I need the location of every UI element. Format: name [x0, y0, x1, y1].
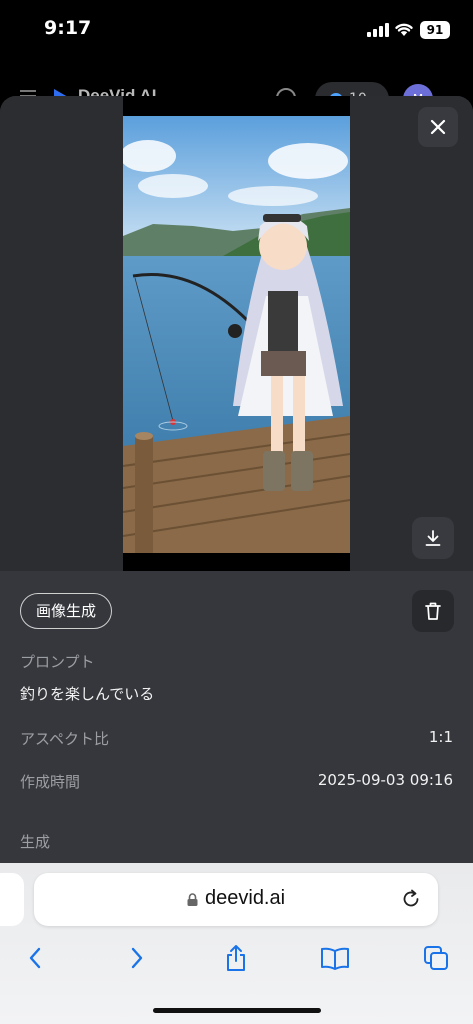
- book-icon: [321, 947, 349, 970]
- status-time: 9:17: [44, 17, 92, 39]
- tabs-button[interactable]: [421, 943, 451, 973]
- image-area: [0, 96, 473, 571]
- aspect-ratio-value: 1:1: [428, 728, 453, 746]
- url-text: deevid.ai: [205, 887, 286, 909]
- download-icon: [425, 530, 441, 546]
- browser-toolbar: deevid.ai: [0, 863, 473, 1024]
- created-time-label: 作成時間: [20, 773, 81, 791]
- share-icon: [227, 945, 245, 971]
- delete-button[interactable]: [412, 590, 454, 632]
- prompt-label: プロンプト: [20, 653, 95, 671]
- download-button[interactable]: [412, 517, 454, 559]
- chevron-right-icon: [131, 947, 143, 969]
- battery-indicator: 91: [420, 21, 450, 39]
- forward-button[interactable]: [122, 943, 152, 973]
- share-button[interactable]: [221, 943, 251, 973]
- generate-label: 生成: [20, 833, 51, 851]
- trash-icon: [425, 602, 441, 620]
- home-indicator: [153, 1008, 321, 1013]
- close-button[interactable]: [418, 107, 458, 147]
- generated-image: [123, 116, 350, 553]
- close-icon: [430, 119, 446, 135]
- created-time-value: 2025-09-03 09:16: [317, 771, 453, 789]
- aspect-ratio-label: アスペクト比: [20, 730, 109, 748]
- cellular-signal-icon: [367, 23, 389, 37]
- image-detail-sheet: 画像生成 プロンプト 釣りを楽しんでいる アスペクト比 1:1 作成時間 202…: [0, 96, 473, 886]
- address-bar[interactable]: deevid.ai: [34, 873, 438, 926]
- reload-icon[interactable]: [400, 888, 422, 910]
- back-button[interactable]: [20, 943, 50, 973]
- previous-tab-preview[interactable]: [0, 873, 24, 926]
- image-details-panel: 画像生成 プロンプト 釣りを楽しんでいる アスペクト比 1:1 作成時間 202…: [0, 571, 473, 886]
- bookmarks-button[interactable]: [320, 943, 350, 973]
- tabs-icon: [424, 946, 448, 970]
- type-badge: 画像生成: [20, 593, 113, 629]
- image-frame: [123, 96, 350, 571]
- lock-icon: [187, 893, 198, 906]
- status-bar: 9:17 91: [0, 0, 473, 60]
- chevron-left-icon: [29, 947, 41, 969]
- wifi-icon: [395, 23, 413, 36]
- prompt-value: 釣りを楽しんでいる: [20, 685, 155, 703]
